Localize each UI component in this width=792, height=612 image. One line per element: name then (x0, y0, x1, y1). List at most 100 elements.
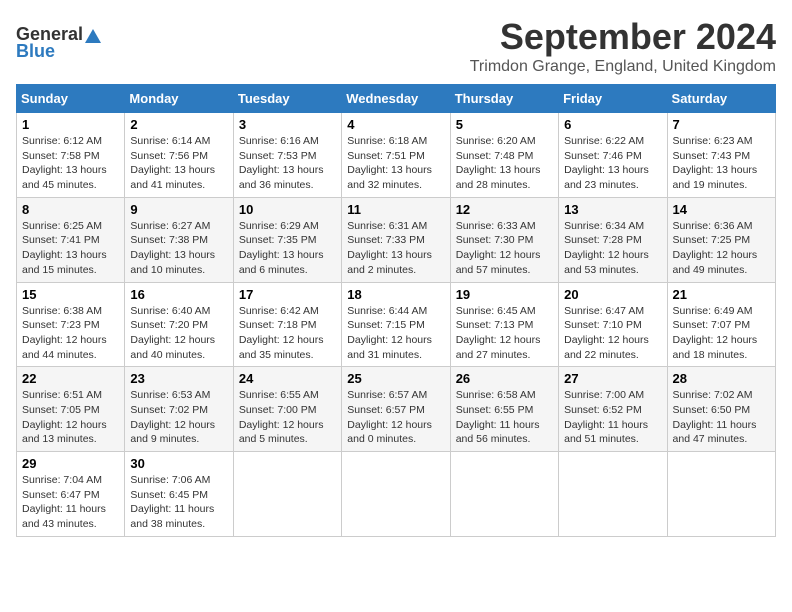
day-info: Sunrise: 6:53 AMSunset: 7:02 PMDaylight:… (130, 388, 227, 447)
day-info: Sunrise: 6:14 AMSunset: 7:56 PMDaylight:… (130, 134, 227, 193)
calendar-header-row: SundayMondayTuesdayWednesdayThursdayFrid… (17, 85, 776, 113)
calendar-cell: 25Sunrise: 6:57 AMSunset: 6:57 PMDayligh… (342, 367, 450, 452)
calendar-cell: 23 Sunrise: 6:53 AMSunset: 7:02 PMDayligh… (125, 367, 233, 452)
calendar-cell: 29 Sunrise: 7:04 AMSunset: 6:47 PMDayligh… (17, 452, 125, 537)
calendar-cell (233, 452, 341, 537)
weekday-header-monday: Monday (125, 85, 233, 113)
day-number: 18 (347, 287, 444, 302)
day-number: 11 (347, 202, 444, 217)
calendar-cell (559, 452, 667, 537)
calendar-week-row: 22 Sunrise: 6:51 AMSunset: 7:05 PMDayligh… (17, 367, 776, 452)
day-number: 20 (564, 287, 661, 302)
day-info: Sunrise: 6:22 AMSunset: 7:46 PMDaylight:… (564, 134, 661, 193)
day-info: Sunrise: 6:12 AMSunset: 7:58 PMDaylight:… (22, 134, 119, 193)
calendar-cell: 30 Sunrise: 7:06 AMSunset: 6:45 PMDayligh… (125, 452, 233, 537)
day-number: 9 (130, 202, 227, 217)
day-info: Sunrise: 7:04 AMSunset: 6:47 PMDaylight:… (22, 473, 119, 532)
calendar-cell: 18 Sunrise: 6:44 AMSunset: 7:15 PMDayligh… (342, 282, 450, 367)
day-number: 17 (239, 287, 336, 302)
weekday-header-wednesday: Wednesday (342, 85, 450, 113)
day-number: 7 (673, 117, 770, 132)
day-number: 21 (673, 287, 770, 302)
day-number: 5 (456, 117, 553, 132)
title-area: September 2024 Trimdon Grange, England, … (470, 16, 776, 76)
calendar-cell: 27 Sunrise: 7:00 AMSunset: 6:52 PMDayligh… (559, 367, 667, 452)
day-info: Sunrise: 6:58 AMSunset: 6:55 PMDaylight:… (456, 388, 553, 447)
day-info: Sunrise: 6:18 AMSunset: 7:51 PMDaylight:… (347, 134, 444, 193)
day-info: Sunrise: 6:23 AMSunset: 7:43 PMDaylight:… (673, 134, 770, 193)
calendar-cell: 7 Sunrise: 6:23 AMSunset: 7:43 PMDaylight… (667, 113, 775, 198)
day-number: 28 (673, 371, 770, 386)
calendar-cell (342, 452, 450, 537)
day-info: Sunrise: 6:49 AMSunset: 7:07 PMDaylight:… (673, 304, 770, 363)
day-number: 26 (456, 371, 553, 386)
day-number: 6 (564, 117, 661, 132)
calendar-cell: 6 Sunrise: 6:22 AMSunset: 7:46 PMDaylight… (559, 113, 667, 198)
day-info: Sunrise: 6:55 AMSunset: 7:00 PMDaylight:… (239, 388, 336, 447)
day-number: 23 (130, 371, 227, 386)
day-number: 29 (22, 456, 119, 471)
calendar-cell (667, 452, 775, 537)
day-info: Sunrise: 6:31 AMSunset: 7:33 PMDaylight:… (347, 219, 444, 278)
calendar-cell: 9 Sunrise: 6:27 AMSunset: 7:38 PMDaylight… (125, 197, 233, 282)
day-number: 14 (673, 202, 770, 217)
calendar-cell: 5Sunrise: 6:20 AMSunset: 7:48 PMDaylight… (450, 113, 558, 198)
calendar-cell: 13 Sunrise: 6:34 AMSunset: 7:28 PMDayligh… (559, 197, 667, 282)
calendar-cell: 26 Sunrise: 6:58 AMSunset: 6:55 PMDayligh… (450, 367, 558, 452)
calendar-cell: 21 Sunrise: 6:49 AMSunset: 7:07 PMDayligh… (667, 282, 775, 367)
day-number: 2 (130, 117, 227, 132)
day-info: Sunrise: 6:45 AMSunset: 7:13 PMDaylight:… (456, 304, 553, 363)
calendar-cell (450, 452, 558, 537)
day-info: Sunrise: 6:51 AMSunset: 7:05 PMDaylight:… (22, 388, 119, 447)
day-info: Sunrise: 6:29 AMSunset: 7:35 PMDaylight:… (239, 219, 336, 278)
weekday-header-friday: Friday (559, 85, 667, 113)
day-info: Sunrise: 6:44 AMSunset: 7:15 PMDaylight:… (347, 304, 444, 363)
day-info: Sunrise: 6:16 AMSunset: 7:53 PMDaylight:… (239, 134, 336, 193)
calendar-cell: 22 Sunrise: 6:51 AMSunset: 7:05 PMDayligh… (17, 367, 125, 452)
calendar-week-row: 15Sunrise: 6:38 AMSunset: 7:23 PMDayligh… (17, 282, 776, 367)
calendar-week-row: 8Sunrise: 6:25 AMSunset: 7:41 PMDaylight… (17, 197, 776, 282)
calendar-cell: 14 Sunrise: 6:36 AMSunset: 7:25 PMDayligh… (667, 197, 775, 282)
day-info: Sunrise: 6:36 AMSunset: 7:25 PMDaylight:… (673, 219, 770, 278)
weekday-header-saturday: Saturday (667, 85, 775, 113)
logo-triangle-icon (84, 27, 102, 45)
month-title: September 2024 (470, 16, 776, 58)
calendar-cell: 17Sunrise: 6:42 AMSunset: 7:18 PMDayligh… (233, 282, 341, 367)
day-number: 27 (564, 371, 661, 386)
day-info: Sunrise: 6:40 AMSunset: 7:20 PMDaylight:… (130, 304, 227, 363)
calendar-cell: 3 Sunrise: 6:16 AMSunset: 7:53 PMDaylight… (233, 113, 341, 198)
weekday-header-sunday: Sunday (17, 85, 125, 113)
calendar-table: SundayMondayTuesdayWednesdayThursdayFrid… (16, 84, 776, 537)
day-number: 24 (239, 371, 336, 386)
day-number: 13 (564, 202, 661, 217)
calendar-cell: 15Sunrise: 6:38 AMSunset: 7:23 PMDayligh… (17, 282, 125, 367)
calendar-cell: 12 Sunrise: 6:33 AMSunset: 7:30 PMDayligh… (450, 197, 558, 282)
location-text: Trimdon Grange, England, United Kingdom (470, 58, 776, 76)
day-number: 30 (130, 456, 227, 471)
calendar-week-row: 1 Sunrise: 6:12 AMSunset: 7:58 PMDaylight… (17, 113, 776, 198)
logo-blue-text: Blue (16, 41, 55, 62)
day-number: 15 (22, 287, 119, 302)
calendar-cell: 4 Sunrise: 6:18 AMSunset: 7:51 PMDaylight… (342, 113, 450, 198)
day-info: Sunrise: 7:06 AMSunset: 6:45 PMDaylight:… (130, 473, 227, 532)
calendar-cell: 2 Sunrise: 6:14 AMSunset: 7:56 PMDaylight… (125, 113, 233, 198)
day-number: 4 (347, 117, 444, 132)
calendar-cell: 16 Sunrise: 6:40 AMSunset: 7:20 PMDayligh… (125, 282, 233, 367)
day-info: Sunrise: 6:34 AMSunset: 7:28 PMDaylight:… (564, 219, 661, 278)
day-info: Sunrise: 6:57 AMSunset: 6:57 PMDaylight:… (347, 388, 444, 447)
day-number: 8 (22, 202, 119, 217)
calendar-cell: 19 Sunrise: 6:45 AMSunset: 7:13 PMDayligh… (450, 282, 558, 367)
calendar-cell: 11 Sunrise: 6:31 AMSunset: 7:33 PMDayligh… (342, 197, 450, 282)
day-number: 1 (22, 117, 119, 132)
day-info: Sunrise: 6:27 AMSunset: 7:38 PMDaylight:… (130, 219, 227, 278)
day-number: 22 (22, 371, 119, 386)
day-info: Sunrise: 6:33 AMSunset: 7:30 PMDaylight:… (456, 219, 553, 278)
calendar-week-row: 29 Sunrise: 7:04 AMSunset: 6:47 PMDayligh… (17, 452, 776, 537)
day-number: 16 (130, 287, 227, 302)
day-number: 12 (456, 202, 553, 217)
day-number: 3 (239, 117, 336, 132)
day-info: Sunrise: 7:02 AMSunset: 6:50 PMDaylight:… (673, 388, 770, 447)
page-header: General Blue September 2024 Trimdon Gran… (16, 16, 776, 76)
day-number: 19 (456, 287, 553, 302)
day-info: Sunrise: 7:00 AMSunset: 6:52 PMDaylight:… (564, 388, 661, 447)
